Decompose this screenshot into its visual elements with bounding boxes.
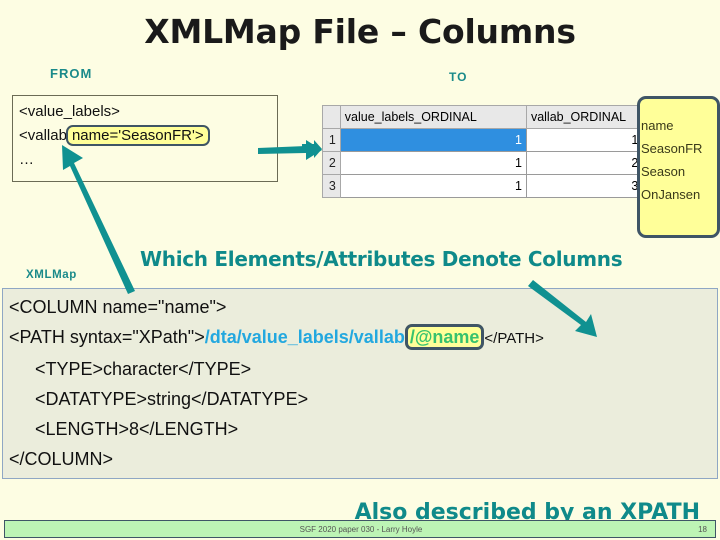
- name-col-value-2: Season: [641, 164, 686, 179]
- code-path-suffix: </PATH>: [484, 330, 544, 347]
- name-col-spacer: [641, 96, 720, 114]
- from-line-2-prefix: <vallab: [19, 127, 67, 144]
- code-line-5: <LENGTH>8</LENGTH>: [35, 419, 239, 439]
- xmlmap-label: XMLMap: [26, 269, 77, 281]
- code-xpath-attr-highlight: /@name: [404, 324, 485, 350]
- code-xpath-value: /dta/value_labels/vallab: [204, 327, 405, 347]
- from-attr-highlight: name='SeasonFR'>: [65, 125, 210, 146]
- from-line-3: …: [19, 151, 34, 168]
- from-line-1: <value_labels>: [19, 103, 120, 120]
- row-number: 3: [322, 174, 341, 198]
- column-header-value-labels-ordinal[interactable]: value_labels_ORDINAL: [339, 105, 527, 129]
- name-col-value-3: OnJansen: [641, 187, 701, 202]
- row-number: 2: [322, 151, 341, 175]
- footer-page-number: 18: [698, 525, 707, 534]
- from-label: FROM: [50, 66, 93, 81]
- from-line-2: <vallab name='SeasonFR'>: [19, 124, 271, 148]
- row-number: 1: [322, 128, 341, 152]
- cell-vallab-ordinal[interactable]: 1: [525, 128, 644, 152]
- to-label: TO: [449, 70, 468, 84]
- pointer-right-icon: [302, 140, 322, 158]
- code-line-3: <TYPE>character</TYPE>: [35, 359, 252, 379]
- cell-value-labels-ordinal[interactable]: 1: [339, 174, 527, 198]
- code-line-2: <PATH syntax="XPath">/dta/value_labels/v…: [9, 322, 711, 354]
- name-column-values: name SeasonFR Season OnJansen: [641, 96, 720, 238]
- column-header-vallab-ordinal[interactable]: vallab_ORDINAL: [525, 105, 644, 129]
- from-code-box: <value_labels> <vallab name='SeasonFR'> …: [12, 95, 278, 182]
- cell-vallab-ordinal[interactable]: 2: [525, 151, 644, 175]
- footer-bar: SGF 2020 paper 030 - Larry Hoyle 18: [4, 520, 716, 538]
- name-col-value-1: SeasonFR: [641, 141, 703, 156]
- table-corner-cell: [322, 105, 341, 129]
- cell-value-labels-ordinal[interactable]: 1: [339, 151, 527, 175]
- cell-value-labels-ordinal[interactable]: 1: [339, 128, 527, 152]
- code-path-prefix: <PATH syntax="XPath">: [9, 327, 205, 347]
- code-line-1: <COLUMN name="name">: [9, 297, 227, 317]
- code-line-4: <DATATYPE>string</DATATYPE>: [35, 389, 309, 409]
- name-col-header: name: [641, 118, 674, 133]
- code-line-6: </COLUMN>: [9, 449, 114, 469]
- xmlmap-code-block: <COLUMN name="name"> <PATH syntax="XPath…: [2, 288, 718, 479]
- footer-text: SGF 2020 paper 030 - Larry Hoyle: [299, 525, 423, 534]
- page-title: XMLMap File – Columns: [144, 12, 576, 51]
- cell-vallab-ordinal[interactable]: 3: [525, 174, 644, 198]
- section-heading: Which Elements/Attributes Denote Columns: [140, 247, 623, 271]
- slide-canvas: XMLMap File – Columns FROM TO <value_lab…: [0, 0, 720, 540]
